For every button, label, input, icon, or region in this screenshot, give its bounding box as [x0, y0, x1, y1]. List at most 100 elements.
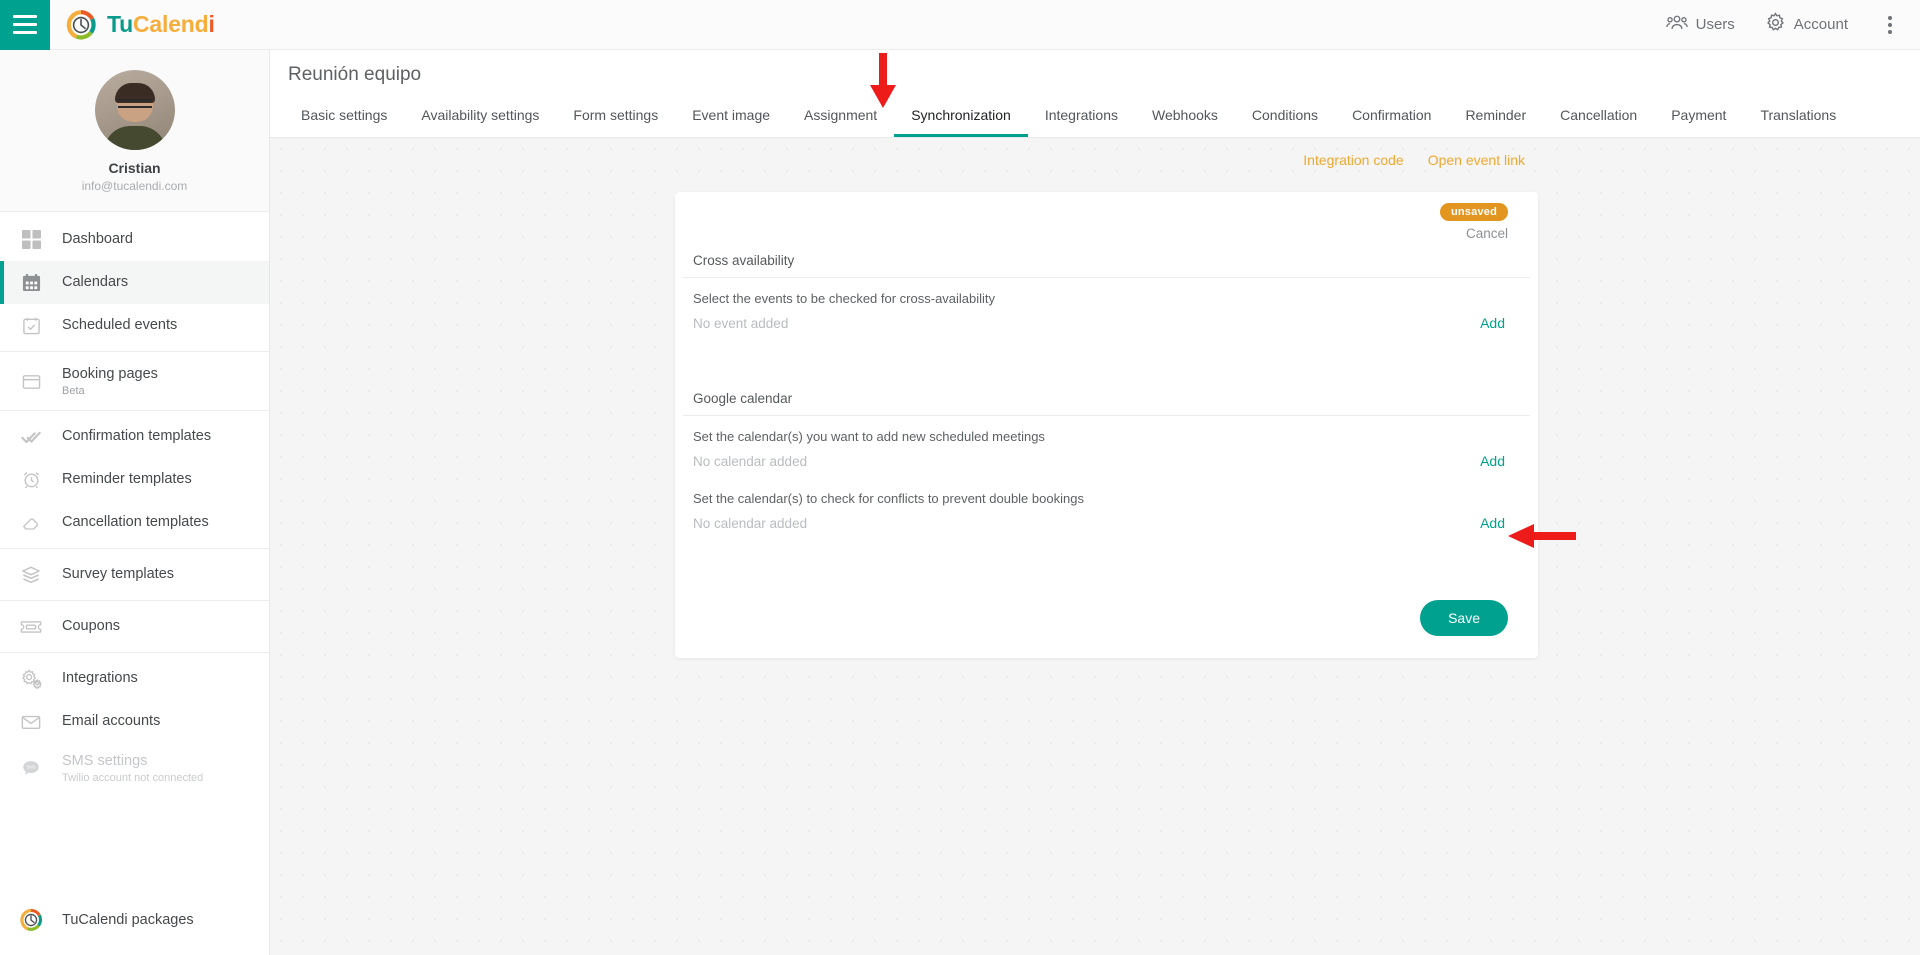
sidebar-bottom-label: TuCalendi packages [62, 911, 194, 928]
sidebar-item-label: Cancellation templates [62, 514, 209, 531]
envelope-icon [18, 709, 44, 735]
layers-icon [18, 562, 44, 588]
integration-code-link[interactable]: Integration code [1303, 152, 1403, 168]
page-title: Reunión equipo [288, 64, 422, 85]
tucalendi-logo-icon [65, 9, 97, 41]
sidebar-item-label: Dashboard [62, 231, 133, 248]
sidebar-item-label: SMS settings [62, 753, 148, 769]
add-event-link[interactable]: Add [1480, 315, 1505, 331]
sidebar-item-label: Coupons [62, 618, 121, 635]
avatar-glasses [117, 98, 152, 108]
sidebar-item-label: Confirmation templates [62, 428, 212, 445]
tab-event-image[interactable]: Event image [675, 101, 787, 137]
hamburger-icon[interactable] [0, 0, 50, 50]
sidebar: Cristian info@tucalendi.com Dashboard Ca… [0, 50, 270, 955]
sidebar-item-calendars[interactable]: Calendars [0, 261, 269, 304]
sidebar-item-confirmation-templates[interactable]: Confirmation templates [0, 415, 269, 458]
account-button[interactable]: Account [1765, 12, 1848, 37]
tab-reminder[interactable]: Reminder [1448, 101, 1543, 137]
svg-text:SMS: SMS [26, 765, 35, 770]
tab-payment[interactable]: Payment [1654, 101, 1743, 137]
users-button[interactable]: Users [1665, 14, 1735, 36]
brand-logo-group[interactable]: TuCalendi [65, 9, 215, 41]
sidebar-item-sms-settings[interactable]: SMS SMS settings Twilio account not conn… [0, 743, 269, 793]
sidebar-item-coupons[interactable]: Coupons [0, 605, 269, 648]
top-bar: TuCalendi Users Account [0, 0, 1920, 50]
users-icon [1665, 14, 1688, 36]
card-status-area: unsaved Cancel [675, 192, 1538, 241]
field-value: No event added [693, 315, 789, 331]
section-title-google-calendar: Google calendar [683, 379, 1530, 416]
sidebar-nav: Dashboard Calendars Scheduled events Boo… [0, 212, 269, 797]
sidebar-item-dashboard[interactable]: Dashboard [0, 218, 269, 261]
cancel-button[interactable]: Cancel [675, 226, 1508, 241]
sidebar-item-scheduled-events[interactable]: Scheduled events [0, 304, 269, 347]
field-description: Set the calendar(s) to check for conflic… [693, 491, 1084, 506]
sidebar-item-text: SMS settings Twilio account not connecte… [62, 752, 203, 784]
tab-conditions[interactable]: Conditions [1235, 101, 1335, 137]
tab-cancellation[interactable]: Cancellation [1543, 101, 1654, 137]
sidebar-item-label: Calendars [62, 274, 129, 291]
sidebar-item-sublabel: Beta [62, 385, 85, 397]
hamburger-bar [13, 15, 37, 18]
users-label: Users [1695, 16, 1735, 33]
kebab-dot [1888, 22, 1892, 27]
main-header: Reunión equipo Basic settings Availabili… [270, 50, 1920, 138]
profile-name: Cristian [108, 160, 161, 176]
sidebar-item-cancellation-templates[interactable]: Cancellation templates [0, 501, 269, 544]
sidebar-item-survey-templates[interactable]: Survey templates [0, 553, 269, 596]
kebab-dot [1888, 29, 1892, 34]
tab-integrations[interactable]: Integrations [1028, 101, 1135, 137]
sidebar-item-label: Reminder templates [62, 471, 192, 488]
add-calendar-link-meetings[interactable]: Add [1480, 453, 1505, 469]
calendar-icon [18, 270, 44, 296]
sidebar-item-label: Booking pages [62, 366, 158, 382]
brand-text: TuCalendi [107, 11, 215, 38]
gear-icon [1765, 12, 1786, 37]
brand-part-1: Tu [107, 11, 133, 37]
tab-basic-settings[interactable]: Basic settings [284, 101, 404, 137]
tab-form-settings[interactable]: Form settings [556, 101, 675, 137]
calendar-check-icon [18, 313, 44, 339]
double-check-icon [18, 424, 44, 450]
profile-block: Cristian info@tucalendi.com [0, 50, 269, 212]
sidebar-item-label: Email accounts [62, 713, 161, 730]
sidebar-group: Survey templates [0, 549, 269, 601]
sidebar-item-text: Booking pages Beta [62, 365, 158, 397]
tab-synchronization[interactable]: Synchronization [894, 101, 1028, 137]
sidebar-item-tucalendi-packages[interactable]: TuCalendi packages [0, 895, 269, 955]
field-row-add-meetings-calendar: No calendar added Add [675, 444, 1538, 469]
gears-icon [18, 666, 44, 692]
tab-confirmation[interactable]: Confirmation [1335, 101, 1448, 137]
tab-bar: Basic settings Availability settings For… [284, 101, 1920, 137]
sidebar-group: Booking pages Beta [0, 352, 269, 411]
sidebar-item-integrations[interactable]: Integrations [0, 657, 269, 700]
field-description: Set the calendar(s) you want to add new … [693, 429, 1045, 444]
sidebar-group: Confirmation templates Reminder template… [0, 411, 269, 549]
add-calendar-link-conflicts[interactable]: Add [1480, 515, 1505, 531]
tab-webhooks[interactable]: Webhooks [1135, 101, 1235, 137]
open-event-link[interactable]: Open event link [1428, 152, 1525, 168]
hamburger-bar [13, 31, 37, 34]
kebab-menu-icon[interactable] [1878, 10, 1902, 40]
field-row-cross-availability-events: No event added Add [675, 306, 1538, 331]
sidebar-item-reminder-templates[interactable]: Reminder templates [0, 458, 269, 501]
avatar-body [103, 126, 166, 150]
sms-bubble-icon: SMS [18, 755, 44, 781]
profile-email: info@tucalendi.com [81, 179, 188, 193]
sidebar-item-booking-pages[interactable]: Booking pages Beta [0, 356, 269, 406]
sidebar-item-email-accounts[interactable]: Email accounts [0, 700, 269, 743]
save-button[interactable]: Save [1420, 600, 1508, 636]
synchronization-card: unsaved Cancel Cross availability Select… [675, 192, 1538, 658]
ticket-icon [18, 614, 44, 640]
sidebar-item-label: Survey templates [62, 566, 175, 583]
field-description: Select the events to be checked for cros… [693, 291, 996, 306]
sidebar-group: Coupons [0, 601, 269, 653]
field-value: No calendar added [693, 453, 808, 469]
tab-availability-settings[interactable]: Availability settings [404, 101, 556, 137]
header-links: Integration code Open event link [270, 138, 1920, 168]
sidebar-item-sublabel: Twilio account not connected [62, 772, 204, 784]
avatar[interactable] [94, 70, 175, 150]
sidebar-group: Integrations Email accounts SMS SMS sett… [0, 653, 269, 797]
tab-translations[interactable]: Translations [1743, 101, 1853, 137]
